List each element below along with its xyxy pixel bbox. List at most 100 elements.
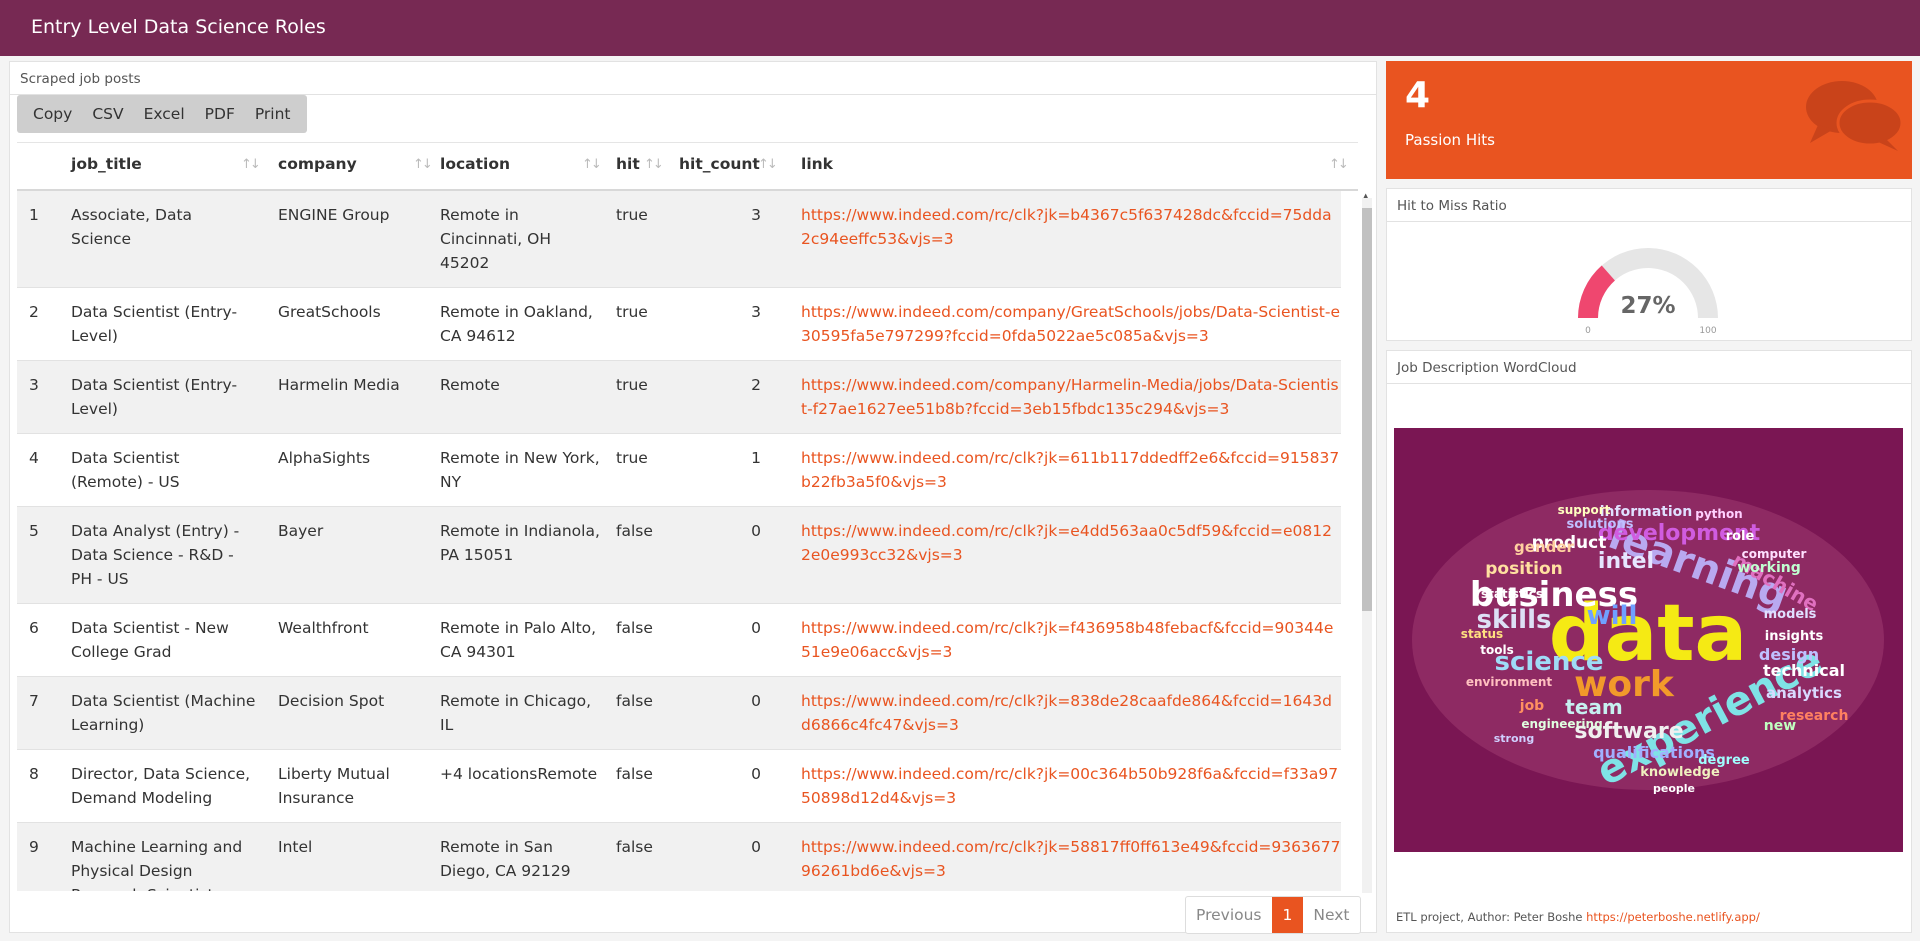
gauge-max-label: 100	[1699, 326, 1716, 336]
job-title-cell: Machine Learning and Physical Design Res…	[71, 838, 243, 891]
hit-cell: false	[616, 619, 653, 637]
table-row[interactable]: 3 Data Scientist (Entry-Level) Harmelin Me…	[17, 361, 1341, 434]
passion-hits-value-box: 4 Passion Hits	[1386, 61, 1912, 179]
job-table: job_title ↑↓ company ↑↓ location ↑↓ hit …	[17, 142, 1372, 941]
excel-button[interactable]: Excel	[134, 105, 195, 123]
hit-cell: false	[616, 522, 653, 540]
job-link[interactable]: https://www.indeed.com/company/Harmelin-…	[801, 373, 1341, 421]
gauge-min-label: 0	[1585, 326, 1591, 336]
hit-ratio-gauge: 27% 0 100	[1578, 248, 1718, 336]
column-header-job-title[interactable]: job_title	[71, 155, 142, 173]
job-title-cell: Data Analyst (Entry) - Data Science - R&…	[71, 522, 240, 588]
wordcloud-svg: dataexperiencelearningbusinessworkdevelo…	[1412, 490, 1884, 795]
job-link[interactable]: https://www.indeed.com/rc/clk?jk=611b117…	[801, 446, 1341, 494]
location-cell: Remote	[440, 376, 500, 394]
job-title-cell: Data Scientist - New College Grad	[71, 619, 229, 661]
hit-cell: true	[616, 206, 648, 224]
column-header-company[interactable]: company	[278, 155, 357, 173]
table-row[interactable]: 1 Associate, Data Science ENGINE Group Remo…	[17, 191, 1341, 288]
hit-count-cell: 2	[751, 376, 761, 394]
wordcloud-word: support	[1558, 503, 1611, 517]
table-scrollbar[interactable]	[1362, 198, 1372, 893]
table-row[interactable]: 8 Director, Data Science, Demand Modeling…	[17, 750, 1341, 823]
table-row[interactable]: 4 Data Scientist (Remote) - US AlphaSights…	[17, 434, 1341, 507]
wordcloud-word: team	[1565, 695, 1622, 719]
hit-cell: false	[616, 765, 653, 783]
company-cell: ENGINE Group	[278, 206, 390, 224]
sort-icon[interactable]: ↑↓	[758, 157, 778, 172]
table-row[interactable]: 7 Data Scientist (Machine Learning) Decisi…	[17, 677, 1341, 750]
location-cell: Remote in Palo Alto, CA 94301	[440, 619, 597, 661]
hit-ratio-panel: Hit to Miss Ratio 27% 0 100	[1386, 188, 1912, 341]
hit-cell: true	[616, 449, 648, 467]
job-link[interactable]: https://www.indeed.com/rc/clk?jk=e4dd563…	[801, 519, 1341, 567]
wordcloud-word: job	[1519, 698, 1544, 714]
job-title-cell: Data Scientist (Entry-Level)	[71, 376, 238, 418]
wordcloud-word: statistics	[1481, 587, 1543, 601]
author-link[interactable]: https://peterboshe.netlify.app/	[1586, 910, 1760, 924]
table-row[interactable]: 2 Data Scientist (Entry-Level) GreatSchool…	[17, 288, 1341, 361]
wordcloud-word: design	[1759, 645, 1819, 664]
hit-cell: false	[616, 838, 653, 856]
wordcloud-word: will	[1587, 601, 1638, 631]
wordcloud-word: people	[1653, 782, 1695, 795]
wordcloud-panel: Job Description WordCloud data experience…	[1386, 350, 1912, 933]
top-navbar: Entry Level Data Science Roles	[0, 0, 1920, 56]
sort-icon[interactable]: ↑↓	[644, 157, 664, 172]
hit-cell: false	[616, 692, 653, 710]
row-index: 4	[29, 449, 39, 467]
wordcloud-word: role	[1726, 529, 1755, 544]
company-cell: Wealthfront	[278, 619, 369, 637]
sort-icon[interactable]: ↑↓	[413, 157, 433, 172]
table-body: 1 Associate, Data Science ENGINE Group Remo…	[17, 191, 1358, 891]
pdf-button[interactable]: PDF	[195, 105, 245, 123]
job-link[interactable]: https://www.indeed.com/rc/clk?jk=838de28…	[801, 689, 1341, 737]
job-link[interactable]: https://www.indeed.com/rc/clk?jk=f436958…	[801, 616, 1341, 664]
sort-icon[interactable]: ↑↓	[582, 157, 602, 172]
job-link[interactable]: https://www.indeed.com/rc/clk?jk=58817ff…	[801, 835, 1341, 883]
value-box-number: 4	[1405, 75, 1431, 116]
wordcloud-word: models	[1764, 607, 1817, 622]
copy-button[interactable]: Copy	[23, 105, 82, 123]
row-index: 5	[29, 522, 39, 540]
hit-count-cell: 0	[751, 692, 761, 710]
job-link[interactable]: https://www.indeed.com/rc/clk?jk=b4367c5…	[801, 203, 1341, 251]
wordcloud-word: python	[1695, 507, 1742, 521]
wordcloud-word: computer	[1742, 547, 1807, 561]
table-row[interactable]: 6 Data Scientist - New College Grad Wealth…	[17, 604, 1341, 677]
location-cell: Remote in Oakland, CA 94612	[440, 303, 593, 345]
hit-cell: true	[616, 303, 648, 321]
current-page-button[interactable]: 1	[1271, 897, 1304, 933]
company-cell: GreatSchools	[278, 303, 381, 321]
wordcloud-word: tools	[1480, 643, 1513, 657]
hit-count-cell: 3	[751, 206, 761, 224]
hit-count-cell: 3	[751, 303, 761, 321]
panel-title: Hit to Miss Ratio	[1387, 189, 1911, 222]
wordcloud-word: solutions	[1567, 517, 1634, 532]
sort-icon[interactable]: ↑↓	[241, 157, 261, 172]
job-title-cell: Data Scientist (Machine Learning)	[71, 692, 256, 734]
location-cell: Remote in New York, NY	[440, 449, 600, 491]
column-header-hit-count[interactable]: hit_count	[679, 155, 760, 173]
table-row[interactable]: 9 Machine Learning and Physical Design Re…	[17, 823, 1341, 891]
wordcloud-word: new	[1764, 718, 1796, 734]
sort-icon[interactable]: ↑↓	[1329, 157, 1349, 172]
next-page-button[interactable]: Next	[1303, 897, 1359, 933]
location-cell: Remote in Indianola, PA 15051	[440, 522, 600, 564]
csv-button[interactable]: CSV	[82, 105, 133, 123]
wordcloud-word: insights	[1765, 629, 1824, 644]
hit-count-cell: 0	[751, 522, 761, 540]
column-header-link[interactable]: link	[801, 155, 833, 173]
job-link[interactable]: https://www.indeed.com/rc/clk?jk=00c364b…	[801, 762, 1341, 810]
hit-count-cell: 0	[751, 838, 761, 856]
table-row[interactable]: 5 Data Analyst (Entry) - Data Science - R…	[17, 507, 1341, 604]
print-button[interactable]: Print	[245, 105, 301, 123]
job-title-cell: Associate, Data Science	[71, 206, 193, 248]
column-header-location[interactable]: location	[440, 155, 510, 173]
scrollbar-thumb[interactable]	[1362, 208, 1372, 611]
previous-page-button[interactable]: Previous	[1186, 897, 1272, 933]
hit-count-cell: 0	[751, 765, 761, 783]
job-link[interactable]: https://www.indeed.com/company/GreatScho…	[801, 300, 1341, 348]
panel-title: Scraped job posts	[10, 62, 1376, 95]
column-header-hit[interactable]: hit	[616, 155, 640, 173]
